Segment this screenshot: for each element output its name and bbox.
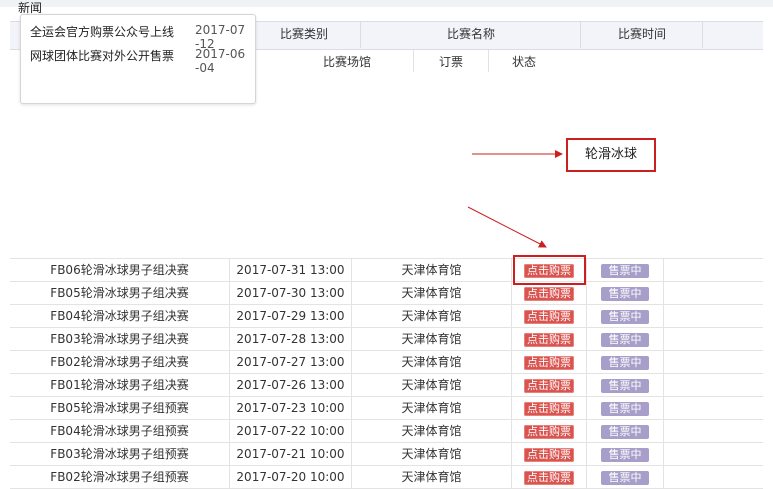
status-cell: 售票中 [587,420,663,442]
status-cell: 售票中 [587,351,663,373]
event-time: 2017-07-29 13:00 [236,309,345,323]
buy-cell: 点击购票 [512,397,586,419]
table-row: FB04轮滑冰球男子组决赛 2017-07-29 13:00 天津体育馆 点击购… [10,305,763,328]
table-row: FB05轮滑冰球男子组预赛 2017-07-23 10:00 天津体育馆 点击购… [10,397,763,420]
status-cell: 售票中 [587,374,663,396]
event-name: FB03轮滑冰球男子组决赛 [50,332,189,346]
cell-divider [663,397,664,419]
status-cell: 售票中 [587,466,663,488]
annotation-callout: 轮滑冰球 [566,138,656,172]
status-cell: 售票中 [587,397,663,419]
arrow-to-buy-button [467,206,547,248]
table-row: FB01轮滑冰球男子组决赛 2017-07-26 13:00 天津体育馆 点击购… [10,374,763,397]
buy-ticket-button[interactable]: 点击购票 [524,333,574,347]
cell-divider [663,443,664,465]
status-badge: 售票中 [601,402,649,416]
event-name: FB01轮滑冰球男子组决赛 [50,378,189,392]
cell-divider [663,328,664,350]
event-name: FB04轮滑冰球男子组决赛 [50,309,189,323]
event-time: 2017-07-26 13:00 [236,378,345,392]
event-time: 2017-07-30 13:00 [236,286,345,300]
status-badge: 售票中 [601,356,649,370]
buy-ticket-button[interactable]: 点击购票 [524,448,574,462]
event-list: FB06轮滑冰球男子组决赛 2017-07-31 13:00 天津体育馆 点击购… [10,258,763,489]
event-venue: 天津体育馆 [401,424,462,438]
buy-cell: 点击购票 [512,305,586,327]
news-dropdown: 全运会官方购票公众号上线 2017-07-12 网球团体比赛对外公开售票 201… [20,14,256,104]
status-badge: 售票中 [601,379,649,393]
buy-ticket-button[interactable]: 点击购票 [524,356,574,370]
cell-divider [663,374,664,396]
event-venue: 天津体育馆 [401,378,462,392]
event-name: FB03轮滑冰球男子组预赛 [50,447,189,461]
buy-ticket-button[interactable]: 点击购票 [524,287,574,301]
event-venue: 天津体育馆 [401,470,462,484]
cell-divider [663,420,664,442]
buy-cell: 点击购票 [512,420,586,442]
status-badge: 售票中 [601,425,649,439]
buy-cell: 点击购票 [512,259,586,281]
buy-cell: 点击购票 [512,374,586,396]
table-row: FB03轮滑冰球男子组预赛 2017-07-21 10:00 天津体育馆 点击购… [10,443,763,466]
event-name: FB04轮滑冰球男子组预赛 [50,424,189,438]
event-name: FB05轮滑冰球男子组决赛 [50,286,189,300]
news-item-title[interactable]: 全运会官方购票公众号上线 [30,23,174,40]
cell-divider [663,259,664,281]
cell-divider [663,351,664,373]
table-row: FB03轮滑冰球男子组决赛 2017-07-28 13:00 天津体育馆 点击购… [10,328,763,351]
status-badge: 售票中 [601,471,649,485]
buy-cell: 点击购票 [512,328,586,350]
event-name: FB02轮滑冰球男子组决赛 [50,355,189,369]
news-item-title[interactable]: 网球团体比赛对外公开售票 [30,47,174,64]
table-row: FB05轮滑冰球男子组决赛 2017-07-30 13:00 天津体育馆 点击购… [10,282,763,305]
status-badge: 售票中 [601,448,649,462]
status-cell: 售票中 [587,282,663,304]
event-venue: 天津体育馆 [401,309,462,323]
cell-divider [663,282,664,304]
event-venue: 天津体育馆 [401,401,462,415]
event-venue: 天津体育馆 [401,263,462,277]
table-row: FB02轮滑冰球男子组预赛 2017-07-20 10:00 天津体育馆 点击购… [10,466,763,489]
event-venue: 天津体育馆 [401,286,462,300]
table-row: FB02轮滑冰球男子组决赛 2017-07-27 13:00 天津体育馆 点击购… [10,351,763,374]
buy-ticket-button[interactable]: 点击购票 [524,310,574,324]
buy-ticket-button[interactable]: 点击购票 [524,425,574,439]
event-name: FB02轮滑冰球男子组预赛 [50,470,189,484]
news-item-date: 2017-06-04 [195,47,246,75]
event-time: 2017-07-22 10:00 [236,424,345,438]
event-time: 2017-07-23 10:00 [236,401,345,415]
event-time: 2017-07-28 13:00 [236,332,345,346]
buy-ticket-button[interactable]: 点击购票 [524,379,574,393]
buy-ticket-button[interactable]: 点击购票 [524,264,574,278]
buy-ticket-button[interactable]: 点击购票 [524,402,574,416]
event-venue: 天津体育馆 [401,332,462,346]
table-row: FB04轮滑冰球男子组预赛 2017-07-22 10:00 天津体育馆 点击购… [10,420,763,443]
cell-divider [663,466,664,488]
event-venue: 天津体育馆 [401,355,462,369]
table-row: FB06轮滑冰球男子组决赛 2017-07-31 13:00 天津体育馆 点击购… [10,258,763,282]
status-cell: 售票中 [587,328,663,350]
event-name: FB05轮滑冰球男子组预赛 [50,401,189,415]
status-badge: 售票中 [601,287,649,301]
status-cell: 售票中 [587,259,663,281]
event-venue: 天津体育馆 [401,447,462,461]
event-time: 2017-07-27 13:00 [236,355,345,369]
status-badge: 售票中 [601,264,649,278]
buy-ticket-button[interactable]: 点击购票 [524,471,574,485]
event-time: 2017-07-31 13:00 [236,263,345,277]
buy-cell: 点击购票 [512,443,586,465]
event-time: 2017-07-20 10:00 [236,470,345,484]
status-cell: 售票中 [587,443,663,465]
status-badge: 售票中 [601,310,649,324]
buy-cell: 点击购票 [512,351,586,373]
event-name: FB06轮滑冰球男子组决赛 [50,263,189,277]
cell-divider [663,305,664,327]
event-time: 2017-07-21 10:00 [236,447,345,461]
buy-cell: 点击购票 [512,282,586,304]
status-badge: 售票中 [601,333,649,347]
buy-cell: 点击购票 [512,466,586,488]
status-cell: 售票中 [587,305,663,327]
